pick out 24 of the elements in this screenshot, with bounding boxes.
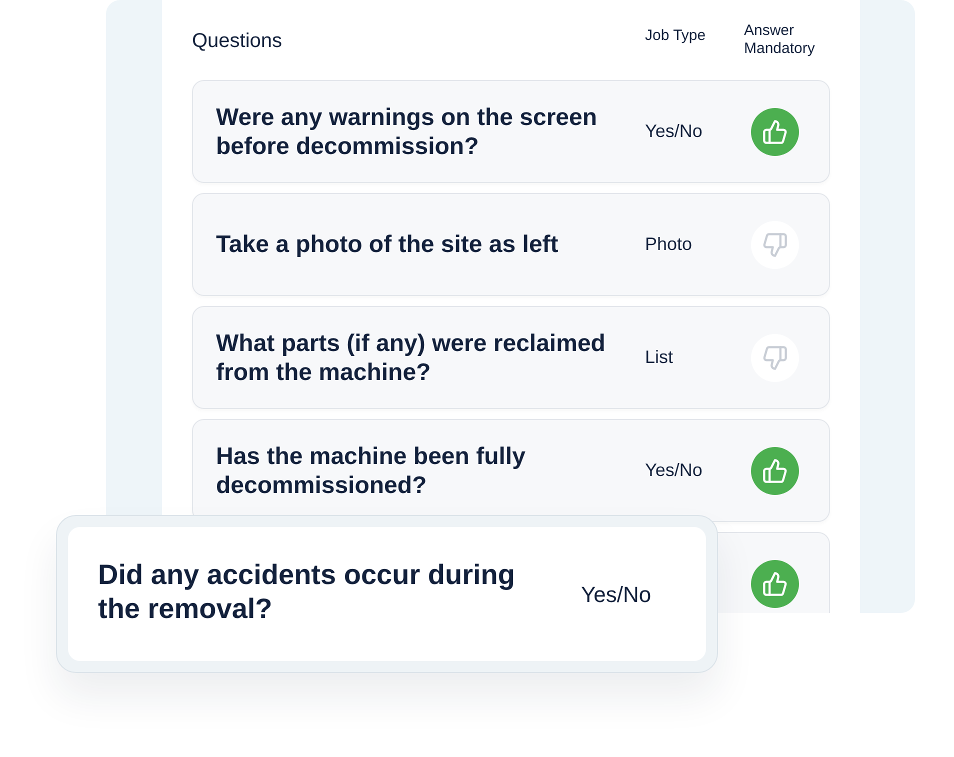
thumbs-up-icon[interactable] xyxy=(751,108,799,156)
question-text: Did any accidents occur during the removal? xyxy=(98,558,516,626)
question-row[interactable]: Were any warnings on the screen before decommission? Yes/No xyxy=(192,80,830,183)
question-row[interactable]: Has the machine been fully decommissioned? Yes/No xyxy=(192,419,830,522)
question-row[interactable]: Take a photo of the site as left Photo xyxy=(192,193,830,296)
question-text: Were any warnings on the screen before decommission? xyxy=(216,102,598,160)
question-row[interactable] xyxy=(716,532,830,613)
job-type: Yes/No xyxy=(581,580,652,608)
question-text: Has the machine been fully decommissioned? xyxy=(216,442,526,500)
job-type: Photo xyxy=(645,233,694,256)
dragged-question-card[interactable]: Did any accidents occur during the removal? Yes/No xyxy=(56,515,718,673)
job-type: Yes/No xyxy=(645,459,704,482)
question-text: What parts (if any) were reclaimed from the machine? xyxy=(216,328,606,386)
thumbs-up-icon[interactable] xyxy=(751,446,799,494)
thumbs-up-icon[interactable] xyxy=(751,560,799,608)
thumbs-down-icon[interactable] xyxy=(751,220,799,268)
column-header: Answer Mandatory xyxy=(744,22,816,58)
question-row[interactable]: What parts (if any) were reclaimed from the machine? List xyxy=(192,306,830,409)
job-type: Yes/No xyxy=(645,120,704,143)
question-text: Take a photo of the site as left xyxy=(216,230,560,259)
thumbs-down-icon[interactable] xyxy=(751,334,799,382)
job-type: List xyxy=(645,346,674,369)
questions-title: Questions xyxy=(192,29,284,54)
column-header: Job Type xyxy=(645,27,707,45)
